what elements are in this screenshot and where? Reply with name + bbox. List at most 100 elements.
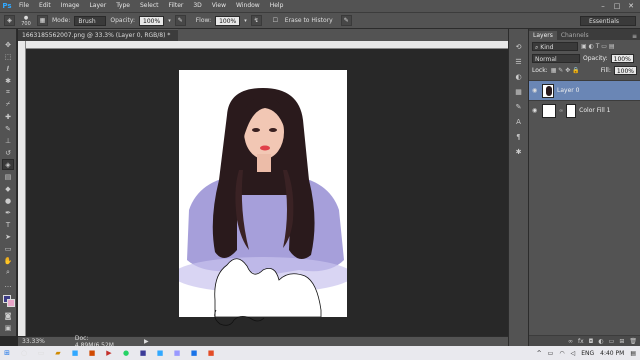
history-panel-icon[interactable]: ⟲ bbox=[513, 41, 524, 52]
menu-layer[interactable]: Layer bbox=[84, 0, 111, 12]
menu-3d[interactable]: 3D bbox=[188, 0, 206, 12]
panel-menu-icon[interactable]: ≡ bbox=[632, 33, 640, 40]
screen-mode-icon[interactable]: ▣ bbox=[2, 322, 14, 333]
flow-input[interactable]: 100% bbox=[215, 15, 241, 26]
zoom-tool-icon[interactable]: ⌕ bbox=[2, 267, 14, 278]
after-effects-icon[interactable]: ■ bbox=[170, 347, 184, 359]
crop-tool-icon[interactable]: ⌗ bbox=[2, 87, 14, 98]
opacity-input[interactable]: 100% bbox=[139, 15, 165, 26]
status-arrow-icon[interactable]: ▶ bbox=[144, 338, 149, 345]
panel-opacity-input[interactable]: 100% bbox=[610, 53, 634, 63]
adjustments-panel-icon[interactable]: ◐ bbox=[513, 71, 524, 82]
path-select-tool-icon[interactable]: ➤ bbox=[2, 231, 14, 242]
menu-filter[interactable]: Filter bbox=[164, 0, 189, 12]
powerpoint-icon[interactable]: ■ bbox=[85, 347, 99, 359]
healing-brush-tool-icon[interactable]: ✚ bbox=[2, 111, 14, 122]
fx-icon[interactable]: fx bbox=[578, 338, 584, 345]
filter-icons[interactable]: ▣ ◐ T ▭ ▤ bbox=[581, 43, 615, 50]
shape-tool-icon[interactable]: ▭ bbox=[2, 243, 14, 254]
menu-help[interactable]: Help bbox=[265, 0, 289, 12]
gradient-tool-icon[interactable]: ▤ bbox=[2, 171, 14, 182]
history-brush-tool-icon[interactable]: ↺ bbox=[2, 147, 14, 158]
layer-filter-select[interactable]: ⌕ Kind bbox=[532, 41, 578, 51]
layer-row-color-fill[interactable]: ◉ ∞ Color Fill 1 bbox=[529, 100, 640, 120]
document-tab[interactable]: 1663185562007.png @ 33.3% (Layer 0, RGB/… bbox=[18, 29, 178, 50]
swatches-panel-icon[interactable]: ▦ bbox=[513, 86, 524, 97]
start-button-icon[interactable]: ⊞ bbox=[0, 347, 14, 359]
paragraph-panel-icon[interactable]: ¶ bbox=[513, 131, 524, 142]
menu-file[interactable]: File bbox=[14, 0, 34, 12]
link-layers-icon[interactable]: ∞ bbox=[568, 338, 573, 345]
tray-arrow-icon[interactable]: ^ bbox=[537, 350, 542, 357]
menu-window[interactable]: Window bbox=[231, 0, 265, 12]
new-group-icon[interactable]: ▭ bbox=[609, 338, 615, 345]
layer-row-layer-0[interactable]: ◉ Layer 0 bbox=[529, 80, 640, 100]
minimize-button[interactable]: – bbox=[596, 0, 610, 12]
quick-select-tool-icon[interactable]: ✱ bbox=[2, 75, 14, 86]
opacity-dropdown-icon[interactable]: ▾ bbox=[168, 18, 171, 24]
type-tool-icon[interactable]: T bbox=[2, 219, 14, 230]
move-tool-icon[interactable]: ✥ bbox=[2, 39, 14, 50]
menu-view[interactable]: View bbox=[207, 0, 231, 12]
airbrush-icon[interactable]: ↯ bbox=[250, 15, 262, 26]
hand-tool-icon[interactable]: ✋ bbox=[2, 255, 14, 266]
tab-channels[interactable]: Channels bbox=[557, 31, 593, 40]
menu-type[interactable]: Type bbox=[111, 0, 135, 12]
pen-tool-icon[interactable]: ✒ bbox=[2, 207, 14, 218]
zoom-level[interactable]: 33.33% bbox=[22, 338, 45, 345]
marquee-tool-icon[interactable]: ⬚ bbox=[2, 51, 14, 62]
quick-mask-icon[interactable]: ◙ bbox=[2, 310, 14, 321]
file-explorer-icon[interactable]: ▰ bbox=[51, 347, 65, 359]
add-mask-icon[interactable]: ◘ bbox=[589, 338, 594, 345]
lock-icons[interactable]: ▦ ✎ ✥ 🔒 bbox=[551, 67, 580, 74]
menu-image[interactable]: Image bbox=[56, 0, 85, 12]
fill-input[interactable]: 100% bbox=[613, 65, 637, 75]
language-indicator[interactable]: ENG bbox=[581, 350, 594, 357]
properties-panel-icon[interactable]: ☰ bbox=[513, 56, 524, 67]
tab-layers[interactable]: Layers bbox=[529, 31, 557, 40]
visibility-eye-icon[interactable]: ◉ bbox=[532, 107, 539, 114]
photoshop-taskbar-icon[interactable]: ■ bbox=[68, 347, 82, 359]
workspace-select[interactable]: Essentials bbox=[580, 16, 636, 26]
document-canvas[interactable] bbox=[179, 70, 347, 317]
photoshop-2-icon[interactable]: ■ bbox=[153, 347, 167, 359]
search-icon[interactable]: ○ bbox=[17, 347, 31, 359]
visibility-eye-icon[interactable]: ◉ bbox=[532, 87, 539, 94]
eraser-tool-icon[interactable]: ◈ bbox=[2, 159, 14, 170]
clone-stamp-tool-icon[interactable]: ⊥ bbox=[2, 135, 14, 146]
color-swatches[interactable] bbox=[1, 291, 15, 309]
eraser-tool-icon[interactable]: ◈ bbox=[4, 15, 15, 26]
menu-select[interactable]: Select bbox=[135, 0, 164, 12]
character-panel-icon[interactable]: A bbox=[513, 116, 524, 127]
brush-panel-icon[interactable]: ✎ bbox=[513, 101, 524, 112]
brush-tool-icon[interactable]: ✎ bbox=[2, 123, 14, 134]
wifi-icon[interactable]: ◠ bbox=[559, 350, 564, 357]
delete-layer-icon[interactable]: 🗑 bbox=[629, 338, 637, 345]
youtube-icon[interactable]: ▶ bbox=[102, 347, 116, 359]
battery-icon[interactable]: ▭ bbox=[548, 350, 554, 357]
close-button[interactable]: ✕ bbox=[624, 0, 638, 12]
menu-edit[interactable]: Edit bbox=[34, 0, 56, 12]
pressure-size-icon[interactable]: ✎ bbox=[340, 15, 352, 26]
volume-icon[interactable]: ◁ bbox=[571, 350, 576, 357]
eyedropper-tool-icon[interactable]: ⌿ bbox=[2, 99, 14, 110]
other-app-icon[interactable]: ■ bbox=[204, 347, 218, 359]
brush-preset-picker[interactable]: ● 700 bbox=[19, 15, 33, 27]
tool-presets-icon[interactable]: ✱ bbox=[513, 146, 524, 157]
erase-history-checkbox[interactable]: ☐ bbox=[270, 15, 281, 26]
maximize-button[interactable]: □ bbox=[610, 0, 624, 12]
blend-mode-select[interactable]: Normal bbox=[532, 53, 580, 63]
brush-panel-toggle[interactable]: ▦ bbox=[37, 15, 48, 26]
dodge-tool-icon[interactable]: ● bbox=[2, 195, 14, 206]
background-color-swatch[interactable] bbox=[7, 299, 15, 307]
clock[interactable]: 4:40 PM bbox=[600, 350, 624, 357]
mode-select[interactable]: Brush bbox=[74, 15, 107, 26]
new-layer-icon[interactable]: ⊞ bbox=[619, 338, 624, 345]
adjustment-layer-icon[interactable]: ◐ bbox=[598, 338, 603, 345]
flow-dropdown-icon[interactable]: ▾ bbox=[244, 18, 247, 24]
word-icon[interactable]: ■ bbox=[187, 347, 201, 359]
blur-tool-icon[interactable]: ◆ bbox=[2, 183, 14, 194]
task-view-icon[interactable]: ▭ bbox=[34, 347, 48, 359]
pressure-opacity-icon[interactable]: ✎ bbox=[174, 15, 186, 26]
lasso-tool-icon[interactable]: ℓ bbox=[2, 63, 14, 74]
